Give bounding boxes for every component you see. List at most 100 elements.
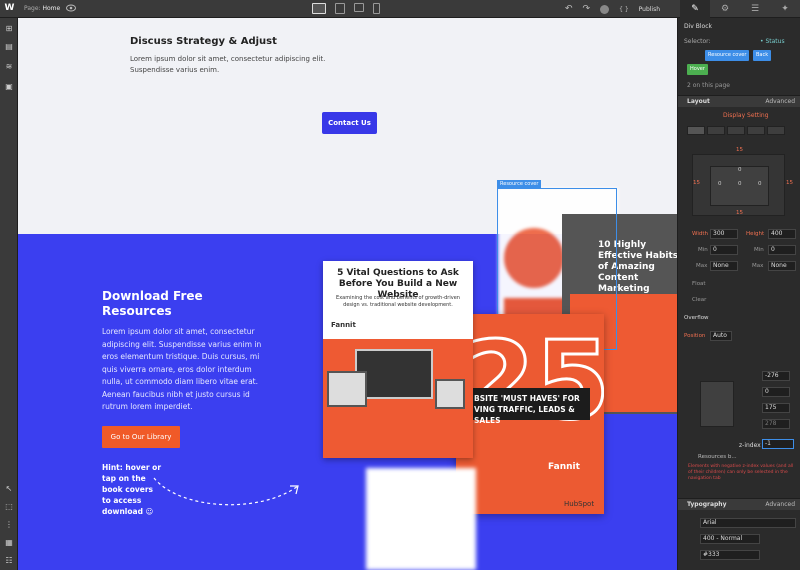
min-height-input[interactable]: 0 <box>768 245 796 255</box>
tab-settings-gear-icon[interactable]: ⚙ <box>710 0 740 18</box>
strategy-title: Discuss Strategy & Adjust <box>130 36 277 47</box>
tab-navigator-icon[interactable]: ☰ <box>740 0 770 18</box>
height-input[interactable]: 400 <box>768 229 796 239</box>
book1-subtitle: Examining the cost and benefits of growt… <box>336 295 460 308</box>
display-block-button[interactable] <box>687 126 705 135</box>
dashed-arrow-icon <box>153 477 299 506</box>
book2-hubspot: HubSpot <box>564 500 595 508</box>
position-right-input[interactable]: 0 <box>762 387 790 397</box>
font-color-input[interactable]: #333 <box>700 550 760 560</box>
download-text: Lorem ipsum dolor sit amet, consectetur … <box>102 327 262 411</box>
padding-top-value[interactable]: 0 <box>738 167 742 173</box>
margin-left-value[interactable]: 15 <box>693 180 700 186</box>
page-selector[interactable]: Page: Home <box>24 5 60 12</box>
position-left-input[interactable]: 278 <box>762 419 790 429</box>
width-input[interactable]: 300 <box>710 229 738 239</box>
book1-brand: Fannit <box>331 321 356 329</box>
publish-button[interactable]: Publish <box>639 6 660 13</box>
panel-tabs: ✎ ⚙ ☰ ✦ <box>680 0 800 18</box>
display-none-button[interactable] <box>767 126 785 135</box>
margin-bottom-value[interactable]: 15 <box>736 210 743 216</box>
max-height-input[interactable]: None <box>768 261 796 271</box>
typography-title: Typography <box>687 501 727 508</box>
book-cover-vital-questions[interactable]: 5 Vital Questions to Ask Before You Buil… <box>323 261 473 458</box>
margin-right-value[interactable]: 15 <box>786 180 793 186</box>
padding-right-value[interactable]: 0 <box>758 181 762 187</box>
device-switcher <box>312 3 380 14</box>
position-box[interactable] <box>700 381 734 427</box>
padding-left-value[interactable]: 0 <box>718 181 722 187</box>
max-width-input[interactable]: None <box>710 261 738 271</box>
redo-icon[interactable]: ↷ <box>583 4 591 14</box>
contact-button[interactable]: Contact Us <box>322 112 377 134</box>
preview-eye-icon[interactable] <box>66 4 76 12</box>
assets-icon[interactable]: ▣ <box>4 82 14 92</box>
left-sidebar: ⊞ ▤ ≋ ▣ ↖ ⬚ ⋮ ▦ ☷ <box>0 18 18 570</box>
cms-icon[interactable]: ≋ <box>4 62 14 72</box>
on-page-count: 2 on this page <box>687 82 730 89</box>
float-label: Float <box>692 281 706 287</box>
undo-icon[interactable]: ↶ <box>565 4 573 14</box>
style-panel: Div Block Selector: • Status Resource co… <box>677 18 800 570</box>
chip-resource-cover[interactable]: Resource cover <box>705 50 750 61</box>
padding-center-value[interactable]: 0 <box>738 181 742 187</box>
code-icon[interactable]: { } <box>619 6 629 13</box>
zindex-input[interactable]: -1 <box>762 439 794 449</box>
help-icon[interactable]: ☷ <box>4 556 14 566</box>
clear-label: Clear <box>692 297 707 303</box>
typography-advanced-toggle[interactable]: Advanced <box>765 499 795 511</box>
min-width-label: Min <box>698 247 708 253</box>
position-select[interactable]: Auto <box>710 331 732 341</box>
display-inline-button[interactable] <box>727 126 745 135</box>
min-width-input[interactable]: 0 <box>710 245 738 255</box>
book-cover-25-must-haves[interactable]: 25 BSITE 'MUST HAVES' FOR VING TRAFFIC, … <box>456 314 604 514</box>
edges-icon[interactable]: ▦ <box>4 538 14 548</box>
selector-label: Selector: <box>684 38 711 45</box>
selection-tag[interactable]: Resource cover <box>497 180 542 188</box>
top-actions: ↶ ↷ { } Publish <box>565 4 660 14</box>
grid-overlay-icon[interactable]: ⋮ <box>4 520 14 530</box>
add-element-icon[interactable]: ⊞ <box>4 24 14 34</box>
font-weight-select[interactable]: 400 - Normal <box>700 534 760 544</box>
display-inline-block-button[interactable] <box>707 126 725 135</box>
display-setting-label: Display Setting <box>723 112 769 119</box>
library-button[interactable]: Go to Our Library <box>102 426 180 448</box>
design-canvas[interactable]: Discuss Strategy & Adjust Lorem ipsum do… <box>18 18 677 570</box>
max-height-label: Max <box>752 263 764 269</box>
desktop-device-icon[interactable] <box>312 3 326 14</box>
chip-back[interactable]: Back <box>753 50 772 61</box>
tab-interactions-icon[interactable]: ✦ <box>770 0 800 18</box>
margin-top-value[interactable]: 15 <box>736 147 743 153</box>
zindex-label: z-index <box>739 442 761 449</box>
selection-box-icon[interactable]: ⬚ <box>4 502 14 512</box>
layout-section-header[interactable]: Layout Advanced <box>678 95 800 107</box>
mobile-landscape-icon[interactable] <box>354 3 364 12</box>
pages-icon[interactable]: ▤ <box>4 42 14 52</box>
typography-section-header[interactable]: Typography Advanced <box>678 498 800 510</box>
tablet-device-icon[interactable] <box>335 3 345 14</box>
height-label: Height <box>746 231 765 237</box>
book2-band: BSITE 'MUST HAVES' FOR VING TRAFFIC, LEA… <box>472 388 590 425</box>
export-icon[interactable] <box>600 4 610 14</box>
page-label: Page: <box>24 5 41 12</box>
display-flex-button[interactable] <box>747 126 765 135</box>
page-name: Home <box>42 5 61 12</box>
font-family-select[interactable]: Arial <box>700 518 796 528</box>
min-height-label: Min <box>754 247 764 253</box>
selector-chips: Resource cover Back Hover <box>687 50 795 78</box>
download-title: Download Free Resources <box>102 289 203 318</box>
status-dropdown[interactable]: • Status <box>760 38 785 45</box>
resources-link[interactable]: Resources b... <box>698 454 737 460</box>
tab-style-brush-icon[interactable]: ✎ <box>680 0 710 18</box>
webflow-logo[interactable]: W <box>3 2 16 15</box>
mobile-portrait-icon[interactable] <box>373 3 380 14</box>
position-top-input[interactable]: -276 <box>762 371 790 381</box>
chip-hover[interactable]: Hover <box>687 64 708 75</box>
element-name: Div Block <box>684 23 712 30</box>
select-tool-icon[interactable]: ↖ <box>4 484 14 494</box>
book-cover-blurred-bottom[interactable] <box>366 468 476 570</box>
position-bottom-input[interactable]: 175 <box>762 403 790 413</box>
layout-advanced-toggle[interactable]: Advanced <box>765 96 795 108</box>
overflow-label: Overflow <box>684 315 709 321</box>
display-options <box>687 126 785 135</box>
